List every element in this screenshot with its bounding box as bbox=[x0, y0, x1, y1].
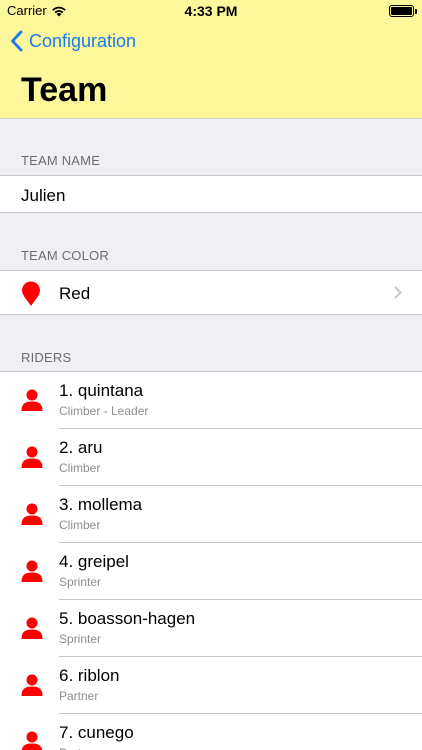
rider-role: Partner bbox=[59, 689, 99, 703]
back-button-label: Configuration bbox=[29, 30, 137, 51]
person-icon bbox=[21, 446, 43, 468]
rider-row[interactable]: 1. quintana Climber - Leader bbox=[0, 372, 422, 429]
rider-name: 2. aru bbox=[59, 438, 103, 457]
team-color-value: Red bbox=[59, 284, 91, 303]
rider-name: 3. mollema bbox=[59, 495, 143, 514]
rider-name: 1. quintana bbox=[59, 381, 144, 400]
person-icon bbox=[21, 503, 43, 525]
rider-row[interactable]: 3. mollema Climber bbox=[0, 486, 422, 543]
battery-icon bbox=[389, 5, 417, 17]
rider-role: Sprinter bbox=[59, 632, 102, 646]
rider-role: Climber - Leader bbox=[59, 404, 149, 418]
rider-role: Climber bbox=[59, 461, 101, 475]
person-icon bbox=[21, 389, 43, 411]
team-color-row[interactable]: Red bbox=[0, 270, 422, 315]
rider-row[interactable]: 7. cunego Partner bbox=[0, 714, 422, 750]
person-icon bbox=[21, 560, 43, 582]
rider-row[interactable]: 6. riblon Partner bbox=[0, 657, 422, 714]
team-name-field[interactable]: Julien bbox=[0, 175, 422, 213]
section-header-riders: RIDERS bbox=[21, 350, 72, 365]
rider-row[interactable]: 4. greipel Sprinter bbox=[0, 543, 422, 600]
rider-role: Partner bbox=[59, 746, 98, 750]
rider-name: 4. greipel bbox=[59, 552, 129, 571]
rider-name: 5. boasson-hagen bbox=[59, 609, 196, 628]
status-bar: Carrier 4:33 PM bbox=[0, 0, 422, 22]
section-header-team-color: TEAM COLOR bbox=[21, 248, 109, 263]
chevron-right-icon bbox=[394, 286, 402, 299]
page-title: Team bbox=[21, 71, 108, 109]
section-header-team-name: TEAM NAME bbox=[21, 153, 101, 168]
person-icon bbox=[21, 731, 43, 750]
rider-name: 6. riblon bbox=[59, 666, 120, 685]
rider-name: 7. cunego bbox=[59, 723, 134, 742]
rider-role: Climber bbox=[59, 518, 101, 532]
navigation-header: Carrier 4:33 PM Configuration Team bbox=[0, 0, 422, 119]
map-pin-icon bbox=[22, 281, 40, 306]
team-name-value: Julien bbox=[21, 186, 66, 205]
rider-role: Sprinter bbox=[59, 575, 102, 589]
status-time: 4:33 PM bbox=[184, 3, 238, 19]
person-icon bbox=[21, 674, 43, 696]
rider-row[interactable]: 2. aru Climber bbox=[0, 429, 422, 486]
rider-row[interactable]: 5. boasson-hagen Sprinter bbox=[0, 600, 422, 657]
back-button[interactable]: Configuration bbox=[10, 30, 136, 52]
chevron-left-icon bbox=[11, 30, 23, 52]
person-icon bbox=[21, 617, 43, 639]
